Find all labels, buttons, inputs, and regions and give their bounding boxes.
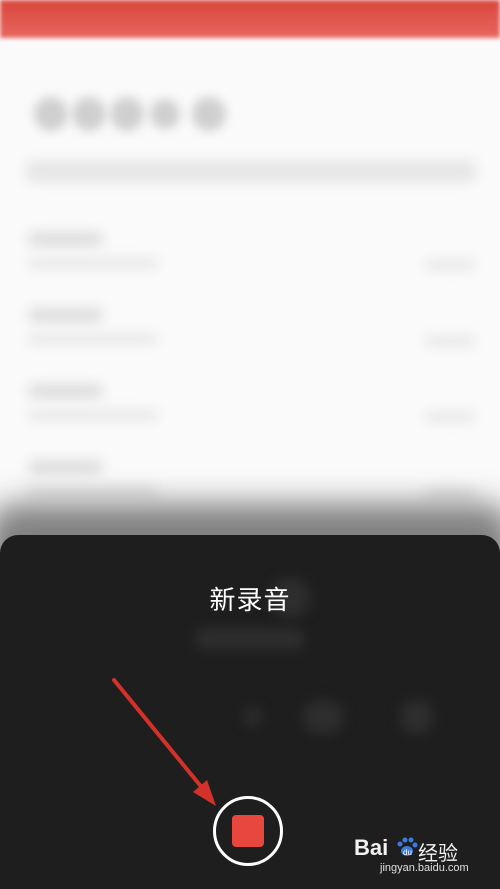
blurred-list-meta (425, 336, 475, 346)
blurred-glow (400, 700, 434, 734)
blurred-list-subtitle (28, 410, 158, 420)
blurred-icon (72, 97, 106, 131)
blurred-list-subtitle (28, 486, 158, 496)
stop-icon (232, 815, 264, 847)
blurred-glow (195, 628, 305, 650)
blurred-glow (244, 708, 262, 726)
blurred-list-meta (425, 488, 475, 498)
blurred-list-meta (425, 412, 475, 422)
blurred-list-title (28, 384, 103, 398)
baidu-jingyan-watermark: Bai du 经验 jingyan.baidu.com (354, 835, 484, 879)
svg-text:du: du (403, 848, 412, 857)
watermark-brand: Bai (354, 835, 389, 860)
paw-icon: du (397, 837, 418, 857)
blurred-icon (110, 97, 144, 131)
blurred-list-title (28, 308, 103, 322)
blurred-list-title (28, 460, 103, 474)
blurred-search-bar (26, 160, 476, 182)
blurred-list-subtitle (28, 258, 158, 268)
background-app-blurred (0, 0, 500, 560)
blurred-list-subtitle (28, 334, 158, 344)
recording-title: 新录音 (209, 586, 291, 616)
blurred-icon (192, 97, 226, 131)
status-bar (0, 0, 500, 38)
blurred-icon (150, 99, 180, 129)
watermark-domain: jingyan.baidu.com (380, 862, 469, 874)
blurred-glow (302, 700, 344, 734)
blurred-icon (34, 97, 68, 131)
blurred-list-title (28, 232, 103, 246)
blurred-list-meta (425, 260, 475, 270)
